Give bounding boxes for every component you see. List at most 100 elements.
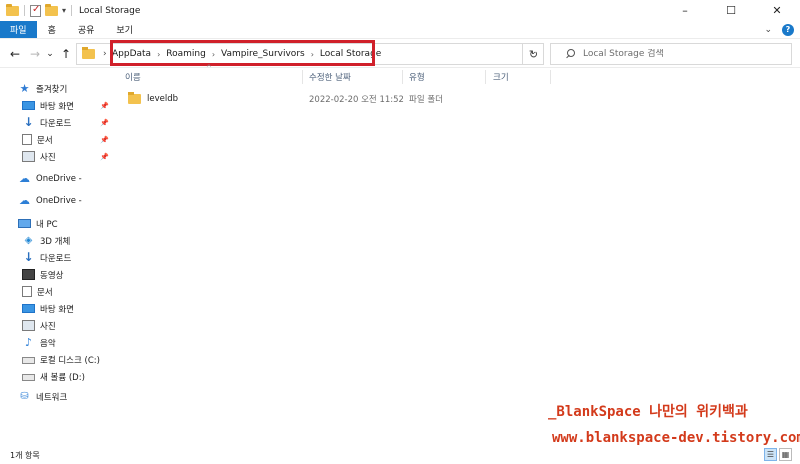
column-divider[interactable] (402, 70, 403, 84)
sidebar-item-desktop[interactable]: 바탕 화면 📌 (22, 97, 112, 114)
sidebar-item-label: 새 볼륨 (D:) (40, 372, 85, 383)
large-icons-view-icon[interactable]: ▦ (779, 448, 792, 461)
column-divider[interactable] (550, 70, 551, 84)
cloud-icon: ☁ (19, 194, 30, 207)
sidebar-item-videos[interactable]: 동영상 (22, 266, 63, 283)
refresh-button[interactable]: ↻ (522, 43, 544, 65)
sidebar-item-3d-objects[interactable]: ◈ 3D 개체 (22, 232, 71, 249)
sidebar-item-label: 다운로드 (40, 253, 72, 264)
forward-button[interactable]: → (26, 39, 44, 69)
recent-locations-button[interactable]: ⌄ (44, 39, 56, 69)
up-button[interactable]: ↑ (58, 39, 74, 69)
search-box[interactable] (550, 43, 792, 65)
sidebar-item-label: 바탕 화면 (40, 304, 74, 315)
close-button[interactable]: ✕ (754, 0, 800, 21)
expand-ribbon-icon[interactable]: ⌄ (764, 25, 772, 35)
watermark-title: _BlankSpace 나만의 위키백과 (548, 404, 748, 420)
ribbon-tabs: 파일 홈 공유 보기 ⌄ ? (0, 21, 800, 38)
breadcrumb-local-storage[interactable]: Local Storage (320, 49, 381, 59)
column-divider[interactable] (485, 70, 486, 84)
table-row[interactable]: leveldb 2022-02-20 오전 11:52 파일 폴더 (120, 90, 800, 107)
breadcrumb-roaming[interactable]: Roaming (166, 49, 206, 59)
file-list: 이름 ^ 수정한 날짜 유형 크기 leveldb 2022-02-20 오전 … (120, 64, 800, 438)
navigation-pane: ★ 즐겨찾기 바탕 화면 📌 ↓ 다운로드 📌 문서 📌 사진 📌 ☁ OneD… (0, 68, 112, 438)
sidebar-item-local-disk-c[interactable]: 로컬 디스크 (C:) (22, 351, 100, 368)
sidebar-item-pc-pictures[interactable]: 사진 (22, 317, 56, 334)
sidebar-item-label: 다운로드 (40, 118, 72, 129)
breadcrumb-vampire-survivors[interactable]: Vampire_Survivors (221, 49, 305, 59)
pin-icon[interactable]: 📌 (100, 102, 109, 110)
pin-icon[interactable]: 📌 (100, 153, 109, 161)
column-header-name[interactable]: 이름 (125, 68, 141, 86)
properties-icon[interactable] (30, 4, 41, 17)
disk-icon (22, 374, 35, 381)
minimize-button[interactable]: – (662, 0, 708, 21)
sidebar-item-network[interactable]: ⛁ 네트워크 (18, 388, 67, 405)
tab-home[interactable]: 홈 (37, 21, 67, 38)
sidebar-item-label: 바탕 화면 (40, 101, 74, 112)
maximize-button[interactable]: ☐ (708, 0, 754, 21)
sidebar-item-volume-d[interactable]: 새 볼륨 (D:) (22, 368, 85, 385)
help-icon[interactable]: ? (782, 23, 794, 36)
customize-toolbar-icon[interactable]: ▾ (62, 6, 66, 15)
pin-icon[interactable]: 📌 (100, 119, 109, 127)
sidebar-item-pc-desktop[interactable]: 바탕 화면 (22, 300, 74, 317)
sidebar-item-label: 문서 (37, 135, 53, 146)
sidebar-item-label: OneDrive - (36, 195, 82, 206)
column-header-modified[interactable]: 수정한 날짜 (309, 68, 351, 86)
sidebar-item-onedrive-1[interactable]: ☁ OneDrive - (18, 170, 82, 187)
music-icon: ♪ (24, 336, 33, 349)
disk-icon (22, 357, 35, 364)
sidebar-item-label: 내 PC (36, 219, 58, 230)
back-button[interactable]: ← (6, 39, 24, 69)
window-title: Local Storage (79, 5, 141, 16)
sidebar-item-label: 즐겨찾기 (36, 84, 68, 95)
chevron-right-icon[interactable]: › (157, 50, 160, 59)
sidebar-item-pc-documents[interactable]: 문서 (22, 283, 53, 300)
sidebar-item-pc-downloads[interactable]: ↓ 다운로드 (22, 249, 71, 266)
sidebar-item-label: 음악 (40, 338, 56, 349)
pictures-icon (22, 151, 35, 162)
breadcrumb-appdata[interactable]: AppData (112, 49, 151, 59)
desktop-icon (22, 101, 35, 110)
download-icon: ↓ (23, 250, 34, 264)
sidebar-item-label: OneDrive - (36, 173, 82, 184)
document-icon (22, 286, 32, 297)
search-input[interactable] (583, 49, 783, 59)
tab-share[interactable]: 공유 (67, 21, 106, 38)
chevron-right-icon[interactable]: › (212, 50, 215, 59)
folder-icon (6, 3, 19, 16)
sidebar-item-label: 로컬 디스크 (C:) (40, 355, 100, 366)
chevron-right-icon[interactable]: › (103, 49, 107, 59)
sidebar-item-documents[interactable]: 문서 📌 (22, 131, 112, 148)
download-icon: ↓ (23, 115, 34, 129)
tab-file[interactable]: 파일 (0, 21, 37, 38)
file-modified: 2022-02-20 오전 11:52 (309, 94, 404, 105)
new-folder-icon[interactable] (45, 3, 58, 16)
quick-access-toolbar: ▾ (0, 3, 73, 17)
column-header-size[interactable]: 크기 (493, 68, 509, 86)
column-header-type[interactable]: 유형 (409, 68, 425, 86)
sidebar-item-this-pc[interactable]: 내 PC (18, 215, 58, 232)
computer-icon (18, 219, 31, 228)
sidebar-item-downloads[interactable]: ↓ 다운로드 📌 (22, 114, 112, 131)
chevron-right-icon[interactable]: › (311, 50, 314, 59)
sort-ascending-icon: ^ (206, 64, 212, 72)
address-bar[interactable]: › AppData › Roaming › Vampire_Survivors … (76, 43, 544, 65)
ribbon-right: ⌄ ? (764, 21, 794, 38)
sidebar-item-label: 문서 (37, 287, 53, 298)
details-view-icon[interactable]: ☰ (764, 448, 777, 461)
desktop-icon (22, 304, 35, 313)
tab-view[interactable]: 보기 (105, 21, 144, 38)
search-icon (565, 49, 575, 59)
sidebar-item-music[interactable]: ♪ 음악 (22, 334, 56, 351)
sidebar-item-quick-access[interactable]: ★ 즐겨찾기 (18, 80, 68, 97)
file-name-cell: leveldb (128, 90, 178, 107)
status-bar: 1개 항목 ☰ ▦ (0, 446, 800, 464)
column-divider[interactable] (302, 70, 303, 84)
sidebar-item-pictures[interactable]: 사진 📌 (22, 148, 112, 165)
sidebar-item-onedrive-2[interactable]: ☁ OneDrive - (18, 192, 82, 209)
pin-icon[interactable]: 📌 (100, 136, 109, 144)
folder-icon (82, 47, 95, 59)
sidebar-item-label: 동영상 (40, 270, 64, 281)
